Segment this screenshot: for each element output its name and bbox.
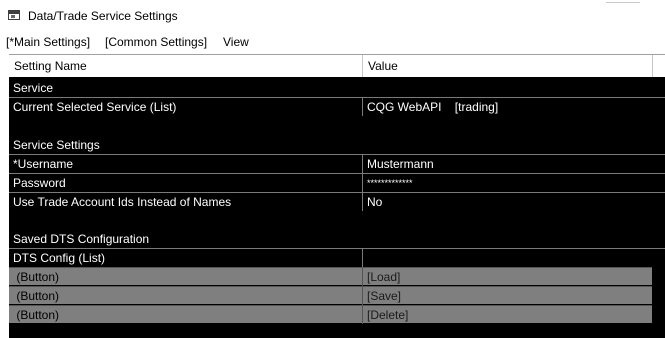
section-title: Service Settings: [13, 138, 100, 152]
corner-decoration: [606, 0, 640, 3]
setting-row-load-button[interactable]: (Button) [Load]: [9, 267, 652, 286]
menu-view[interactable]: View: [223, 35, 249, 49]
section-title: Service: [13, 81, 54, 95]
setting-name: Use Trade Account Ids Instead of Names: [13, 195, 232, 209]
grid-edge: [652, 136, 665, 154]
setting-row-username[interactable]: *Username Mustermann: [9, 154, 665, 173]
setting-value-dropdown[interactable]: CQG WebAPI [trading]: [363, 98, 652, 116]
grid-header: Setting Name Value: [9, 54, 665, 77]
setting-name: Current Selected Service (List): [13, 100, 177, 114]
setting-name: (Button): [13, 308, 60, 322]
load-button[interactable]: [Load]: [363, 268, 652, 286]
settings-grid: Setting Name Value Service Current Selec…: [9, 54, 665, 338]
title-bar: Data/Trade Service Settings: [0, 0, 665, 32]
setting-name: *Username: [13, 157, 74, 171]
setting-row-dts-config[interactable]: DTS Config (List): [9, 248, 665, 267]
section-title: Saved DTS Configuration: [13, 232, 150, 246]
save-button[interactable]: [Save]: [363, 287, 652, 305]
setting-name: (Button): [13, 270, 60, 284]
setting-name: (Button): [13, 289, 60, 303]
password-field[interactable]: *************: [363, 174, 652, 192]
setting-row-use-account-ids[interactable]: Use Trade Account Ids Instead of Names N…: [9, 192, 665, 211]
setting-name: Password: [13, 176, 66, 190]
menu-main-settings[interactable]: [*Main Settings]: [6, 35, 90, 49]
column-divider[interactable]: [652, 55, 653, 77]
delete-button[interactable]: [Delete]: [363, 306, 652, 324]
username-field[interactable]: Mustermann: [363, 155, 652, 173]
grid-edge: [652, 79, 665, 97]
dts-config-dropdown[interactable]: [363, 249, 652, 267]
setting-name: DTS Config (List): [13, 251, 106, 265]
menu-common-settings[interactable]: [Common Settings]: [105, 35, 207, 49]
setting-row-current-service[interactable]: Current Selected Service (List) CQG WebA…: [9, 97, 665, 116]
menu-bar: [*Main Settings] [Common Settings] View: [0, 33, 665, 51]
setting-row-save-button[interactable]: (Button) [Save]: [9, 286, 652, 305]
column-header-value[interactable]: Value: [363, 55, 652, 77]
setting-row-password[interactable]: Password *************: [9, 173, 665, 192]
app-window-icon: [8, 10, 20, 20]
setting-row-delete-button[interactable]: (Button) [Delete]: [9, 305, 652, 324]
window-title: Data/Trade Service Settings: [28, 9, 178, 23]
use-account-ids-dropdown[interactable]: No: [363, 193, 652, 211]
grid-edge: [652, 230, 665, 248]
column-header-setting-name[interactable]: Setting Name: [9, 55, 363, 77]
